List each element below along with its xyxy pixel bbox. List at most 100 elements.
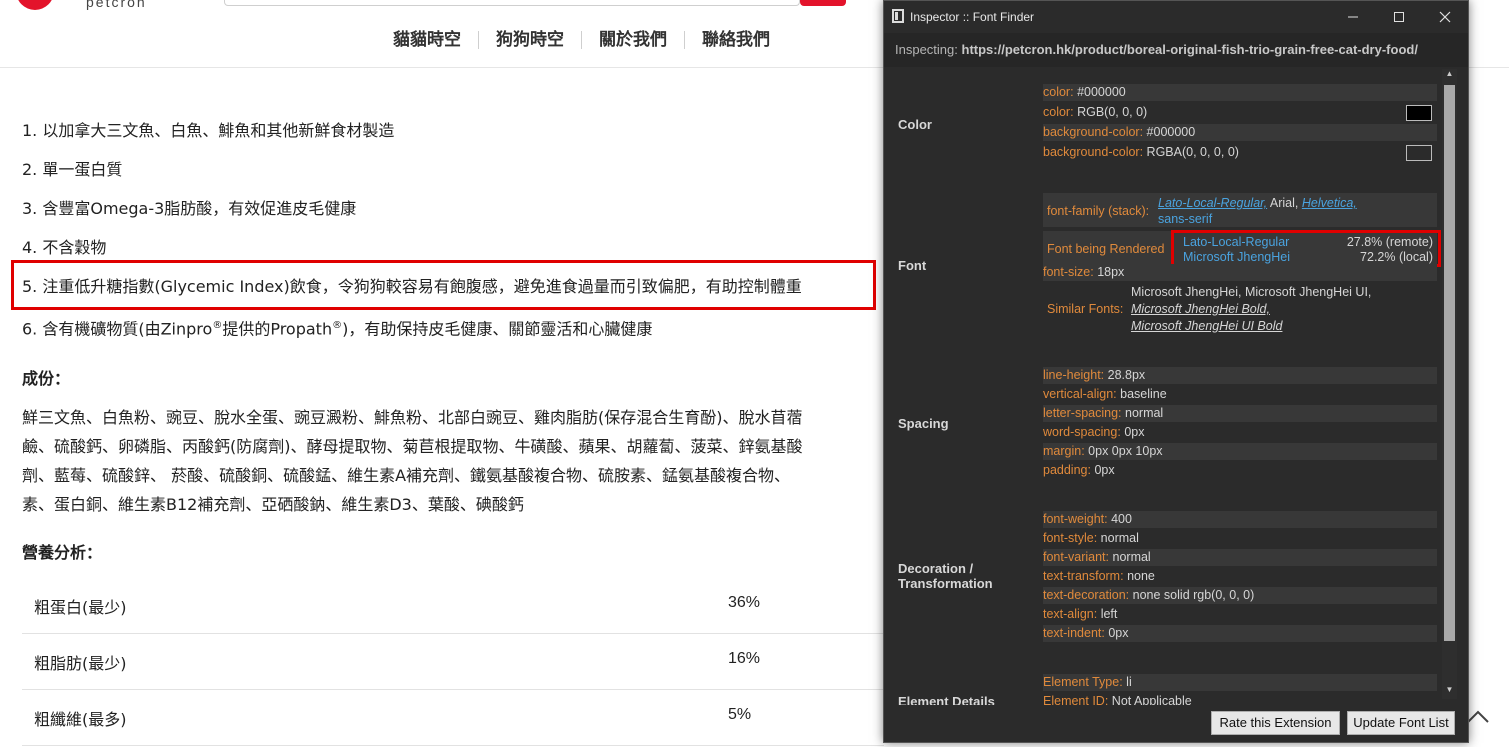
property-row: background-color: RGBA(0, 0, 0, 0) bbox=[1043, 144, 1437, 161]
rendered-font-name: Microsoft JhengHei bbox=[1183, 250, 1290, 264]
color-swatch bbox=[1406, 145, 1432, 161]
window-title: Inspector :: Font Finder bbox=[910, 10, 1035, 24]
similar-font[interactable]: Microsoft JhengHei UI Bold bbox=[1131, 319, 1282, 333]
nutrition-title: 營養分析： bbox=[22, 543, 103, 562]
nutrient-name: 粗蛋白(最少) bbox=[34, 598, 127, 617]
table-row: 粗蛋白(最少) 36% bbox=[22, 578, 884, 634]
inspector-content: Color color: #000000 color: RGB(0, 0, 0)… bbox=[884, 67, 1468, 705]
property-row: font-style: normal bbox=[1043, 530, 1437, 547]
section-label-spacing: Spacing bbox=[898, 416, 949, 431]
property-name: padding: bbox=[1043, 463, 1091, 477]
table-row: 粗脂肪(最少) 16% bbox=[22, 634, 884, 690]
property-value: left bbox=[1100, 607, 1118, 621]
property-row: margin: 0px 0px 10px bbox=[1043, 443, 1437, 460]
window-titlebar[interactable]: Inspector :: Font Finder bbox=[884, 1, 1468, 33]
property-name: font-variant: bbox=[1043, 550, 1110, 564]
property-value: 28.8px bbox=[1107, 368, 1146, 382]
rendered-font-percent: 72.2% (local) bbox=[1360, 250, 1433, 264]
font-stack-item[interactable]: Helvetica, bbox=[1302, 196, 1357, 210]
property-value: #000000 bbox=[1146, 125, 1196, 139]
ingredients-text: 鮮三文魚、白魚粉、豌豆、脫水全蛋、豌豆澱粉、鯡魚粉、北部白豌豆、雞肉脂肪(保存混… bbox=[22, 403, 882, 519]
scroll-down-icon[interactable]: ▼ bbox=[1444, 685, 1455, 697]
font-stack-item: sans-serif bbox=[1158, 212, 1213, 226]
nutrient-name: 粗脂肪(最少) bbox=[34, 654, 127, 673]
property-name: text-transform: bbox=[1043, 569, 1124, 583]
property-value: 0px bbox=[1124, 425, 1145, 439]
property-value: Not Applicable bbox=[1111, 694, 1192, 705]
property-row: text-decoration: none solid rgb(0, 0, 0) bbox=[1043, 587, 1437, 604]
property-name: Element Type: bbox=[1043, 675, 1123, 689]
property-value: 0px bbox=[1108, 626, 1129, 640]
logo-text[interactable]: petcron bbox=[86, 0, 147, 10]
inspector-scrollbar[interactable]: ▲ ▼ bbox=[1442, 69, 1457, 699]
property-name: background-color: bbox=[1043, 145, 1144, 159]
property-value: baseline bbox=[1120, 387, 1167, 401]
nav-item-about[interactable]: 關於我們 bbox=[582, 28, 684, 52]
property-name: font-weight: bbox=[1043, 512, 1108, 526]
property-value: 0px bbox=[1094, 463, 1115, 477]
rate-extension-button[interactable]: Rate this Extension bbox=[1211, 711, 1340, 735]
ingredients-title: 成份： bbox=[22, 369, 71, 388]
nutrition-table: 粗蛋白(最少) 36% 粗脂肪(最少) 16% 粗纖維(最多) 5% bbox=[22, 578, 884, 746]
property-value: RGBA(0, 0, 0, 0) bbox=[1146, 145, 1239, 159]
property-row: background-color: #000000 bbox=[1043, 124, 1437, 141]
nav-item-contact[interactable]: 聯絡我們 bbox=[685, 28, 787, 52]
similar-font[interactable]: Microsoft JhengHei Bold, bbox=[1131, 302, 1270, 316]
property-row: text-transform: none bbox=[1043, 568, 1437, 585]
search-input[interactable] bbox=[224, 0, 800, 6]
property-name: font-size: bbox=[1043, 265, 1094, 279]
property-name: background-color: bbox=[1043, 125, 1144, 139]
update-font-list-button[interactable]: Update Font List bbox=[1347, 711, 1455, 735]
inspecting-label: Inspecting: bbox=[895, 42, 958, 57]
rendered-font-name: Lato-Local-Regular bbox=[1183, 235, 1290, 249]
rendered-font-row: Lato-Local-Regular 27.8% (remote) bbox=[1183, 235, 1433, 250]
nutrient-value: 5% bbox=[728, 706, 752, 723]
nutrient-value: 36% bbox=[728, 594, 761, 611]
nav-item-cats[interactable]: 貓貓時空 bbox=[376, 28, 478, 52]
maximize-icon[interactable] bbox=[1376, 1, 1422, 33]
font-finder-window: Inspector :: Font Finder Inspecting: htt… bbox=[883, 0, 1469, 743]
property-name: font-style: bbox=[1043, 531, 1098, 545]
property-value: 0px 0px 10px bbox=[1088, 444, 1163, 458]
font-stack-item[interactable]: Lato-Local-Regular, bbox=[1158, 196, 1267, 210]
scroll-thumb[interactable] bbox=[1444, 85, 1455, 641]
ingredients-line: 劑、藍莓、硫酸鋅、 菸酸、硫酸銅、硫酸錳、維生素A補充劑、鐵氨基酸複合物、硫胺素… bbox=[22, 466, 791, 485]
property-row: letter-spacing: normal bbox=[1043, 405, 1437, 422]
search-button[interactable] bbox=[800, 0, 846, 6]
feature-item: 1. 以加拿大三文魚、白魚、鯡魚和其他新鮮食材製造 bbox=[22, 121, 395, 140]
color-swatch bbox=[1406, 105, 1432, 121]
section-label-line: Decoration / bbox=[898, 561, 974, 576]
property-row: line-height: 28.8px bbox=[1043, 367, 1437, 384]
ingredients-line: 素、蛋白銅、維生素B12補充劑、亞硒酸鈉、維生素D3、葉酸、碘酸鈣 bbox=[22, 495, 524, 514]
font-stack-item: Arial, bbox=[1269, 196, 1299, 210]
close-icon[interactable] bbox=[1422, 1, 1468, 33]
property-value: li bbox=[1126, 675, 1132, 689]
feature-item: 2. 單一蛋白質 bbox=[22, 160, 123, 179]
property-name: word-spacing: bbox=[1043, 425, 1121, 439]
property-row: font-variant: normal bbox=[1043, 549, 1437, 566]
property-value: RGB(0, 0, 0) bbox=[1077, 105, 1148, 119]
ingredients-line: 鹼、硫酸鈣、卵磷脂、丙酸鈣(防腐劑)、酵母提取物、菊苣根提取物、牛磺酸、蘋果、胡… bbox=[22, 437, 803, 456]
section-label-font: Font bbox=[898, 258, 927, 273]
scroll-up-icon[interactable]: ▲ bbox=[1444, 69, 1455, 81]
property-value: normal bbox=[1100, 531, 1139, 545]
feature-text: 6. 含有機礦物質(由Zinpro bbox=[22, 319, 213, 339]
property-name: color: bbox=[1043, 105, 1074, 119]
nav-item-dogs[interactable]: 狗狗時空 bbox=[479, 28, 581, 52]
nutrient-value: 16% bbox=[728, 650, 761, 667]
table-row: 粗纖維(最多) 5% bbox=[22, 690, 884, 746]
inspecting-url: https://petcron.hk/product/boreal-origin… bbox=[961, 42, 1418, 57]
property-name: Font being Rendered bbox=[1047, 242, 1165, 256]
property-name: color: bbox=[1043, 85, 1074, 99]
property-row: Element ID: Not Applicable bbox=[1043, 693, 1437, 705]
rendered-font-percent: 27.8% (remote) bbox=[1346, 235, 1433, 249]
property-value: #000000 bbox=[1077, 85, 1126, 99]
property-value: 18px bbox=[1097, 265, 1125, 279]
property-row: padding: 0px bbox=[1043, 462, 1437, 479]
property-row: text-align: left bbox=[1043, 606, 1437, 623]
section-label-element: Element Details bbox=[898, 694, 995, 705]
minimize-icon[interactable] bbox=[1330, 1, 1376, 33]
logo-icon[interactable] bbox=[16, 0, 54, 10]
feature-text: 提供的Propath bbox=[222, 319, 333, 339]
property-row: text-indent: 0px bbox=[1043, 625, 1437, 642]
